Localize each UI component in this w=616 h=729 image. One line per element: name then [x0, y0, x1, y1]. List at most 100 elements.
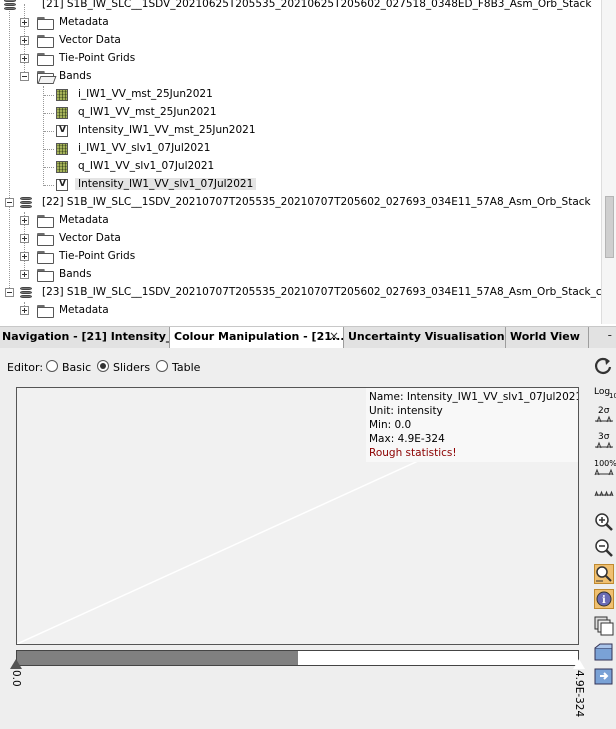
- scrollbar-thumb[interactable]: [605, 196, 614, 258]
- import-icon[interactable]: [594, 642, 614, 662]
- tree-item-band[interactable]: q_IW1_VV_mst_25Jun2021: [0, 104, 602, 122]
- collapse-icon[interactable]: [5, 288, 14, 297]
- colour-toolbar: Log 10 2σ 3σ 100% i: [591, 348, 616, 729]
- tree-item-tie-point-grids[interactable]: Tie-Point Grids: [0, 50, 602, 68]
- tree-item-label: Tie-Point Grids: [59, 52, 136, 64]
- band-max: Max: 4.9E-324: [369, 433, 445, 445]
- collapse-icon[interactable]: [20, 72, 29, 81]
- zoom-horizontal-icon[interactable]: [594, 564, 614, 584]
- tree-item-label: Tie-Point Grids: [59, 250, 136, 262]
- min-slider-value: 0.0: [10, 670, 22, 687]
- close-icon[interactable]: ×: [329, 329, 339, 343]
- expand-icon[interactable]: [20, 216, 29, 225]
- min-slider-handle[interactable]: [10, 659, 22, 669]
- histogram-plot[interactable]: Name: Intensity_IW1_VV_slv1_07Jul2021 Un…: [16, 387, 579, 645]
- colour-manipulation-panel: Editor: Basic Sliders Table Name: Intens…: [0, 348, 616, 729]
- tree-item-bands[interactable]: Bands: [0, 266, 602, 284]
- info-icon[interactable]: i: [594, 589, 614, 609]
- tree-item-band[interactable]: q_IW1_VV_slv1_07Jul2021: [0, 158, 602, 176]
- tree-item-vector-data[interactable]: Vector Data: [0, 32, 602, 50]
- export-icon[interactable]: [594, 666, 614, 686]
- band-name: Name: Intensity_IW1_VV_slv1_07Jul2021: [369, 391, 579, 403]
- tree-item-label: Intensity_IW1_VV_slv1_07Jul2021: [75, 178, 257, 190]
- max-slider-handle[interactable]: [572, 658, 586, 670]
- folder-icon: [37, 35, 54, 48]
- tree-item-label: Metadata: [59, 214, 109, 226]
- tab-colour-manipulation[interactable]: Colour Manipulation - [21... ×: [170, 327, 344, 349]
- tree-item-band[interactable]: i_IW1_VV_slv1_07Jul2021: [0, 140, 602, 158]
- expand-icon[interactable]: [20, 234, 29, 243]
- expand-icon[interactable]: [20, 54, 29, 63]
- tree-scrollbar[interactable]: [601, 0, 616, 324]
- tree-item-product-23[interactable]: [23] S1B_IW_SLC__1SDV_20210707T205535_20…: [0, 284, 615, 302]
- tree-item-product-21[interactable]: [21] S1B_IW_SLC__1SDV_20210625T205535_20…: [0, 0, 602, 14]
- tree-item-label: Vector Data: [59, 34, 121, 46]
- tree-item-label: q_IW1_VV_slv1_07Jul2021: [78, 160, 215, 172]
- expand-icon[interactable]: [20, 270, 29, 279]
- radio-table-label[interactable]: Table: [172, 361, 200, 374]
- band-icon: [56, 107, 68, 119]
- product-stack-icon: [4, 0, 16, 11]
- tab-label: Navigation - [21] Intensity_I...: [2, 330, 170, 343]
- gradient-fill: [17, 651, 298, 665]
- tree-item-label: Intensity_IW1_VV_mst_25Jun2021: [78, 124, 256, 136]
- tab-navigation[interactable]: Navigation - [21] Intensity_I...: [0, 327, 170, 348]
- expand-icon[interactable]: [20, 306, 29, 315]
- reset-icon[interactable]: [594, 356, 614, 376]
- tab-label: Colour Manipulation - [21...: [174, 330, 344, 343]
- folder-icon: [37, 233, 54, 246]
- editor-label: Editor:: [7, 361, 44, 374]
- radio-sliders-label[interactable]: Sliders: [113, 361, 150, 374]
- tab-uncertainty-visualisation[interactable]: Uncertainty Visualisation: [344, 327, 506, 348]
- band-min: Min: 0.0: [369, 419, 412, 431]
- collapse-icon[interactable]: [5, 198, 14, 207]
- expand-icon[interactable]: [20, 36, 29, 45]
- tree-item-bands[interactable]: Bands: [0, 68, 602, 86]
- band-icon: [56, 161, 68, 173]
- band-icon: [56, 143, 68, 155]
- tree-item-label: Bands: [59, 70, 92, 82]
- zoom-in-icon[interactable]: [594, 512, 614, 532]
- folder-icon: [37, 17, 54, 30]
- folder-icon: [37, 215, 54, 228]
- 3-sigma-icon[interactable]: 3σ: [594, 432, 614, 452]
- virtual-band-icon: [56, 179, 68, 191]
- multi-apply-icon[interactable]: [594, 616, 614, 636]
- band-unit: Unit: intensity: [369, 405, 443, 417]
- tool-window-tabs: Navigation - [21] Intensity_I... Colour …: [0, 326, 616, 349]
- tree-item-metadata[interactable]: Metadata: [0, 14, 602, 32]
- tree-item-label: [22] S1B_IW_SLC__1SDV_20210707T205535_20…: [42, 196, 591, 208]
- tab-world-view[interactable]: World View: [506, 327, 589, 348]
- tree-item-band[interactable]: i_IW1_VV_mst_25Jun2021: [0, 86, 602, 104]
- colour-gradient-bar: [16, 650, 579, 666]
- tree-item-metadata[interactable]: Metadata: [0, 302, 602, 320]
- tree-item-vector-data[interactable]: Vector Data: [0, 230, 602, 248]
- expand-icon[interactable]: [20, 18, 29, 27]
- product-tree[interactable]: [21] S1B_IW_SLC__1SDV_20210625T205535_20…: [0, 0, 616, 324]
- tree-item-band-selected[interactable]: Intensity_IW1_VV_slv1_07Jul2021: [0, 176, 602, 194]
- svg-text:i: i: [602, 595, 606, 606]
- radio-basic-label[interactable]: Basic: [62, 361, 91, 374]
- minimize-icon[interactable]: -: [608, 328, 612, 342]
- tree-item-tie-point-grids[interactable]: Tie-Point Grids: [0, 248, 602, 266]
- tab-label: World View: [510, 330, 580, 343]
- radio-basic[interactable]: [46, 360, 58, 372]
- tab-label: Uncertainty Visualisation: [348, 330, 505, 343]
- log-icon[interactable]: Log 10: [594, 384, 616, 404]
- 2-sigma-icon[interactable]: 2σ: [594, 406, 614, 426]
- tree-item-metadata[interactable]: Metadata: [0, 212, 602, 230]
- radio-table[interactable]: [156, 360, 168, 372]
- tree-item-label: i_IW1_VV_slv1_07Jul2021: [78, 142, 211, 154]
- expand-icon[interactable]: [20, 252, 29, 261]
- 100-percent-icon[interactable]: 100%: [594, 458, 616, 478]
- distribute-icon[interactable]: [594, 486, 614, 506]
- tree-item-product-22[interactable]: [22] S1B_IW_SLC__1SDV_20210707T205535_20…: [0, 194, 602, 212]
- radio-sliders[interactable]: [97, 360, 109, 372]
- tree-item-label: q_IW1_VV_mst_25Jun2021: [78, 106, 217, 118]
- virtual-band-icon: [56, 125, 68, 137]
- zoom-out-icon[interactable]: [594, 538, 614, 558]
- product-stack-icon: [20, 287, 32, 299]
- tree-item-band[interactable]: Intensity_IW1_VV_mst_25Jun2021: [0, 122, 602, 140]
- log-subscript: 10: [609, 392, 616, 400]
- max-slider-value: 4.9E-324: [573, 670, 585, 718]
